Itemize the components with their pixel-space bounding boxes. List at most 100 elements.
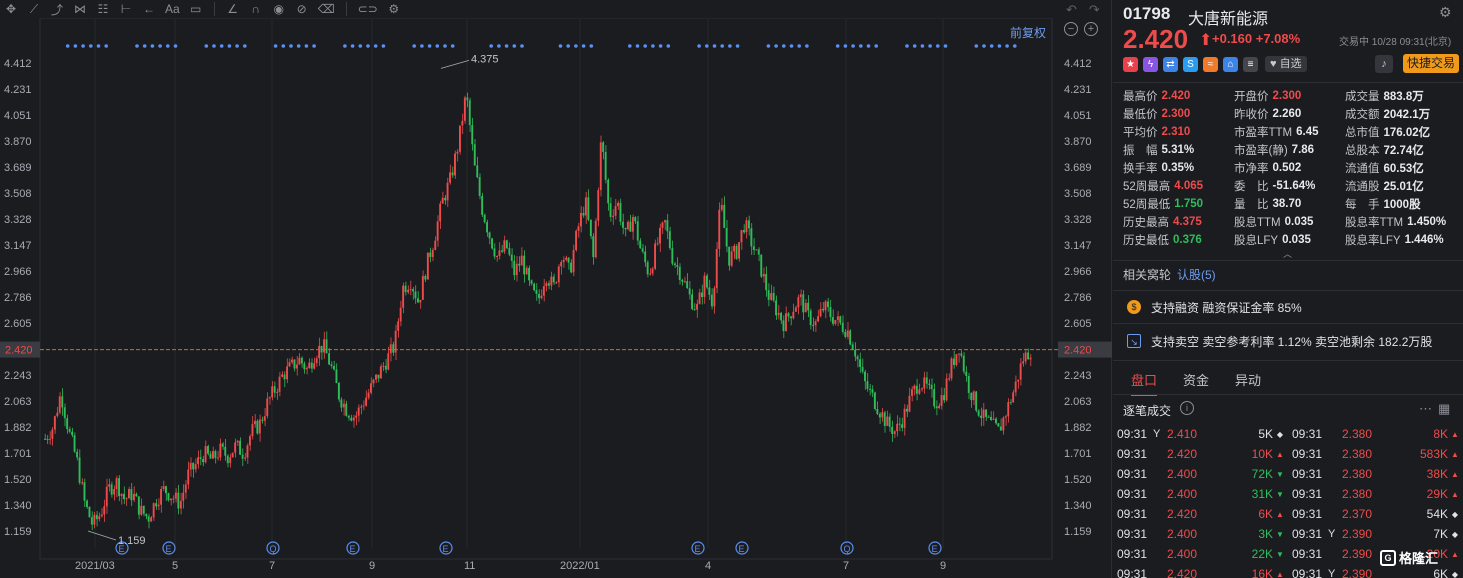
- current-price-label-left: 2.420: [5, 345, 33, 357]
- candle-body: [357, 407, 360, 416]
- trash-icon[interactable]: ⌫: [318, 1, 335, 17]
- candle-body: [444, 197, 446, 201]
- line-draw-icon[interactable]: ⟋: [27, 1, 41, 17]
- tab-anomaly[interactable]: 异动: [1235, 370, 1261, 389]
- candle-body: [829, 307, 832, 318]
- arrow-icon[interactable]: ←: [142, 1, 156, 17]
- undo-redo[interactable]: ↶↷: [1066, 2, 1112, 18]
- candle-body: [236, 440, 239, 443]
- signal-dot: [943, 44, 948, 48]
- candle-body: [735, 245, 738, 259]
- candle-body: [120, 493, 123, 496]
- more-icon[interactable]: ⋯: [1419, 401, 1438, 416]
- s-badge-icon[interactable]: S: [1183, 56, 1198, 72]
- candle-body: [639, 240, 642, 249]
- candle-body: [449, 172, 451, 183]
- candle-body: [626, 221, 629, 230]
- y-tick-label-right: 1.882: [1064, 422, 1092, 434]
- layers-icon[interactable]: ⊂⊃: [358, 1, 378, 17]
- chart-panel[interactable]: ✥ ⟋ ⤴ ⋈ ☷ ⊢ ← Aa ▭ ∠ ∩ ◉ ⊘ ⌫ ⊂⊃ ⚙ ↶↷ 前复权…: [0, 0, 1112, 578]
- candle-body: [345, 403, 348, 416]
- tick-price: 2.400: [1167, 527, 1198, 541]
- tag-icon[interactable]: ⌂: [1223, 56, 1238, 72]
- redo-icon[interactable]: ↷: [1089, 2, 1112, 17]
- bell-icon[interactable]: ♪: [1375, 55, 1393, 73]
- tab-orderbook[interactable]: 盘口: [1131, 370, 1158, 396]
- candle-body: [1027, 352, 1029, 360]
- candle-body: [407, 289, 409, 293]
- stat-value: 883.8万: [1383, 91, 1424, 103]
- candle-body: [950, 358, 953, 379]
- candle-body: [992, 418, 995, 420]
- magnet-icon[interactable]: ∩: [249, 1, 263, 17]
- trend-tool-icon[interactable]: ⤴: [50, 1, 64, 17]
- candle-body: [733, 245, 735, 252]
- candle-body: [552, 276, 555, 283]
- undo-icon[interactable]: ↶: [1066, 2, 1089, 17]
- tab-capital[interactable]: 资金: [1183, 370, 1209, 389]
- candle-body: [794, 307, 797, 312]
- star-icon[interactable]: ★: [1123, 56, 1138, 72]
- candle-body: [421, 276, 424, 300]
- measure-icon[interactable]: ⊢: [119, 1, 133, 17]
- eye-icon[interactable]: ◉: [272, 1, 286, 17]
- toolbar-divider: [345, 2, 347, 16]
- candle-body: [241, 454, 244, 459]
- tick-price: 2.380: [1342, 447, 1373, 461]
- stat-label: 历史最低: [1123, 235, 1169, 247]
- signal-dot: [859, 44, 863, 48]
- wave-icon[interactable]: ≈: [1203, 56, 1218, 72]
- stat-cell: 开盘价 2.300: [1234, 88, 1345, 104]
- ruler-icon[interactable]: ∠: [226, 1, 240, 17]
- tick-time: 09:31: [1292, 507, 1323, 521]
- margin-info[interactable]: $ 支持融资 融资保证金率 85%: [1127, 296, 1302, 318]
- quick-trade-button[interactable]: 快捷交易: [1403, 54, 1460, 73]
- expand-chevron-icon[interactable]: ︿: [1283, 247, 1292, 260]
- document-icon[interactable]: ≡: [1243, 56, 1258, 72]
- signal-dot: [520, 44, 524, 48]
- info-icon[interactable]: i: [1180, 401, 1194, 415]
- lightning-icon[interactable]: ϟ: [1143, 56, 1158, 72]
- tick-price: 2.390: [1342, 527, 1373, 541]
- signal-dot: [497, 44, 501, 48]
- candle-body: [103, 506, 106, 515]
- stat-value: 7.86: [1291, 144, 1315, 156]
- comment-icon[interactable]: ▭: [189, 1, 203, 17]
- warrant-link[interactable]: 认股(5): [1177, 268, 1216, 282]
- watermark-logo: G 格隆汇: [1380, 548, 1438, 567]
- pattern-icon[interactable]: ⋈: [73, 1, 87, 17]
- candle-body: [113, 489, 116, 495]
- toolbar-divider: [213, 2, 215, 16]
- signal-dot: [797, 44, 801, 48]
- grid-icon[interactable]: ▦: [1438, 401, 1456, 416]
- gear-icon[interactable]: ⚙: [1439, 4, 1452, 21]
- tick-direction-icon: ▲: [1451, 549, 1459, 559]
- candle-body: [389, 344, 392, 354]
- tick-direction-icon: ▲: [1276, 569, 1284, 578]
- settings-icon[interactable]: ⚙: [387, 1, 401, 17]
- candle-body: [135, 493, 138, 497]
- short-info[interactable]: ↘ 支持卖空 卖空参考利率 1.12% 卖空池剩余 182.2万股: [1127, 330, 1432, 352]
- stat-row: 换手率 0.35% 市净率 0.502 流通值 60.53亿: [1123, 159, 1459, 177]
- candle-body: [362, 405, 365, 407]
- event-marker-label: E: [695, 544, 701, 554]
- text-tool-button[interactable]: Aa: [165, 1, 180, 17]
- candle-body: [617, 202, 619, 207]
- stat-label: 振 幅: [1123, 145, 1158, 157]
- fib-icon[interactable]: ☷: [96, 1, 110, 17]
- candle-body: [745, 220, 748, 233]
- tick-entry: 09:31 2.400 72K ▼: [1113, 467, 1288, 481]
- candle-body: [780, 312, 782, 321]
- candlestick-chart[interactable]: 4.412 4.412 4.231 4.231 4.051 4.051 3.870 3.870…: [0, 18, 1112, 578]
- hide-icon[interactable]: ⊘: [295, 1, 309, 17]
- signal-dot: [104, 44, 108, 48]
- connect-icon[interactable]: ⇄: [1163, 56, 1178, 72]
- tick-direction-icon: ◆: [1451, 569, 1459, 578]
- crosshair-icon[interactable]: ✥: [4, 1, 18, 17]
- stat-label: 股息LFY: [1234, 235, 1279, 247]
- candle-body: [162, 486, 165, 489]
- add-watchlist-button[interactable]: ♥ 自选: [1265, 56, 1307, 72]
- candle-body: [839, 316, 842, 323]
- candle-body: [906, 408, 908, 412]
- candle-body: [51, 429, 54, 439]
